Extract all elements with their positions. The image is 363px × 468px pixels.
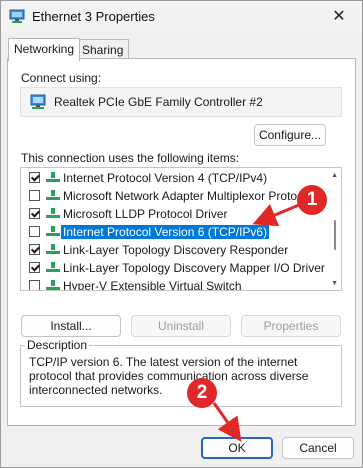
annotation-badge-1: 1 [297,185,327,215]
tab-networking[interactable]: Networking [8,38,81,61]
annotation-badge-2: 2 [187,378,217,408]
annotation-1-arrow [252,203,300,227]
annotation-2-arrow [212,402,242,442]
annotation-arrows [212,203,300,442]
